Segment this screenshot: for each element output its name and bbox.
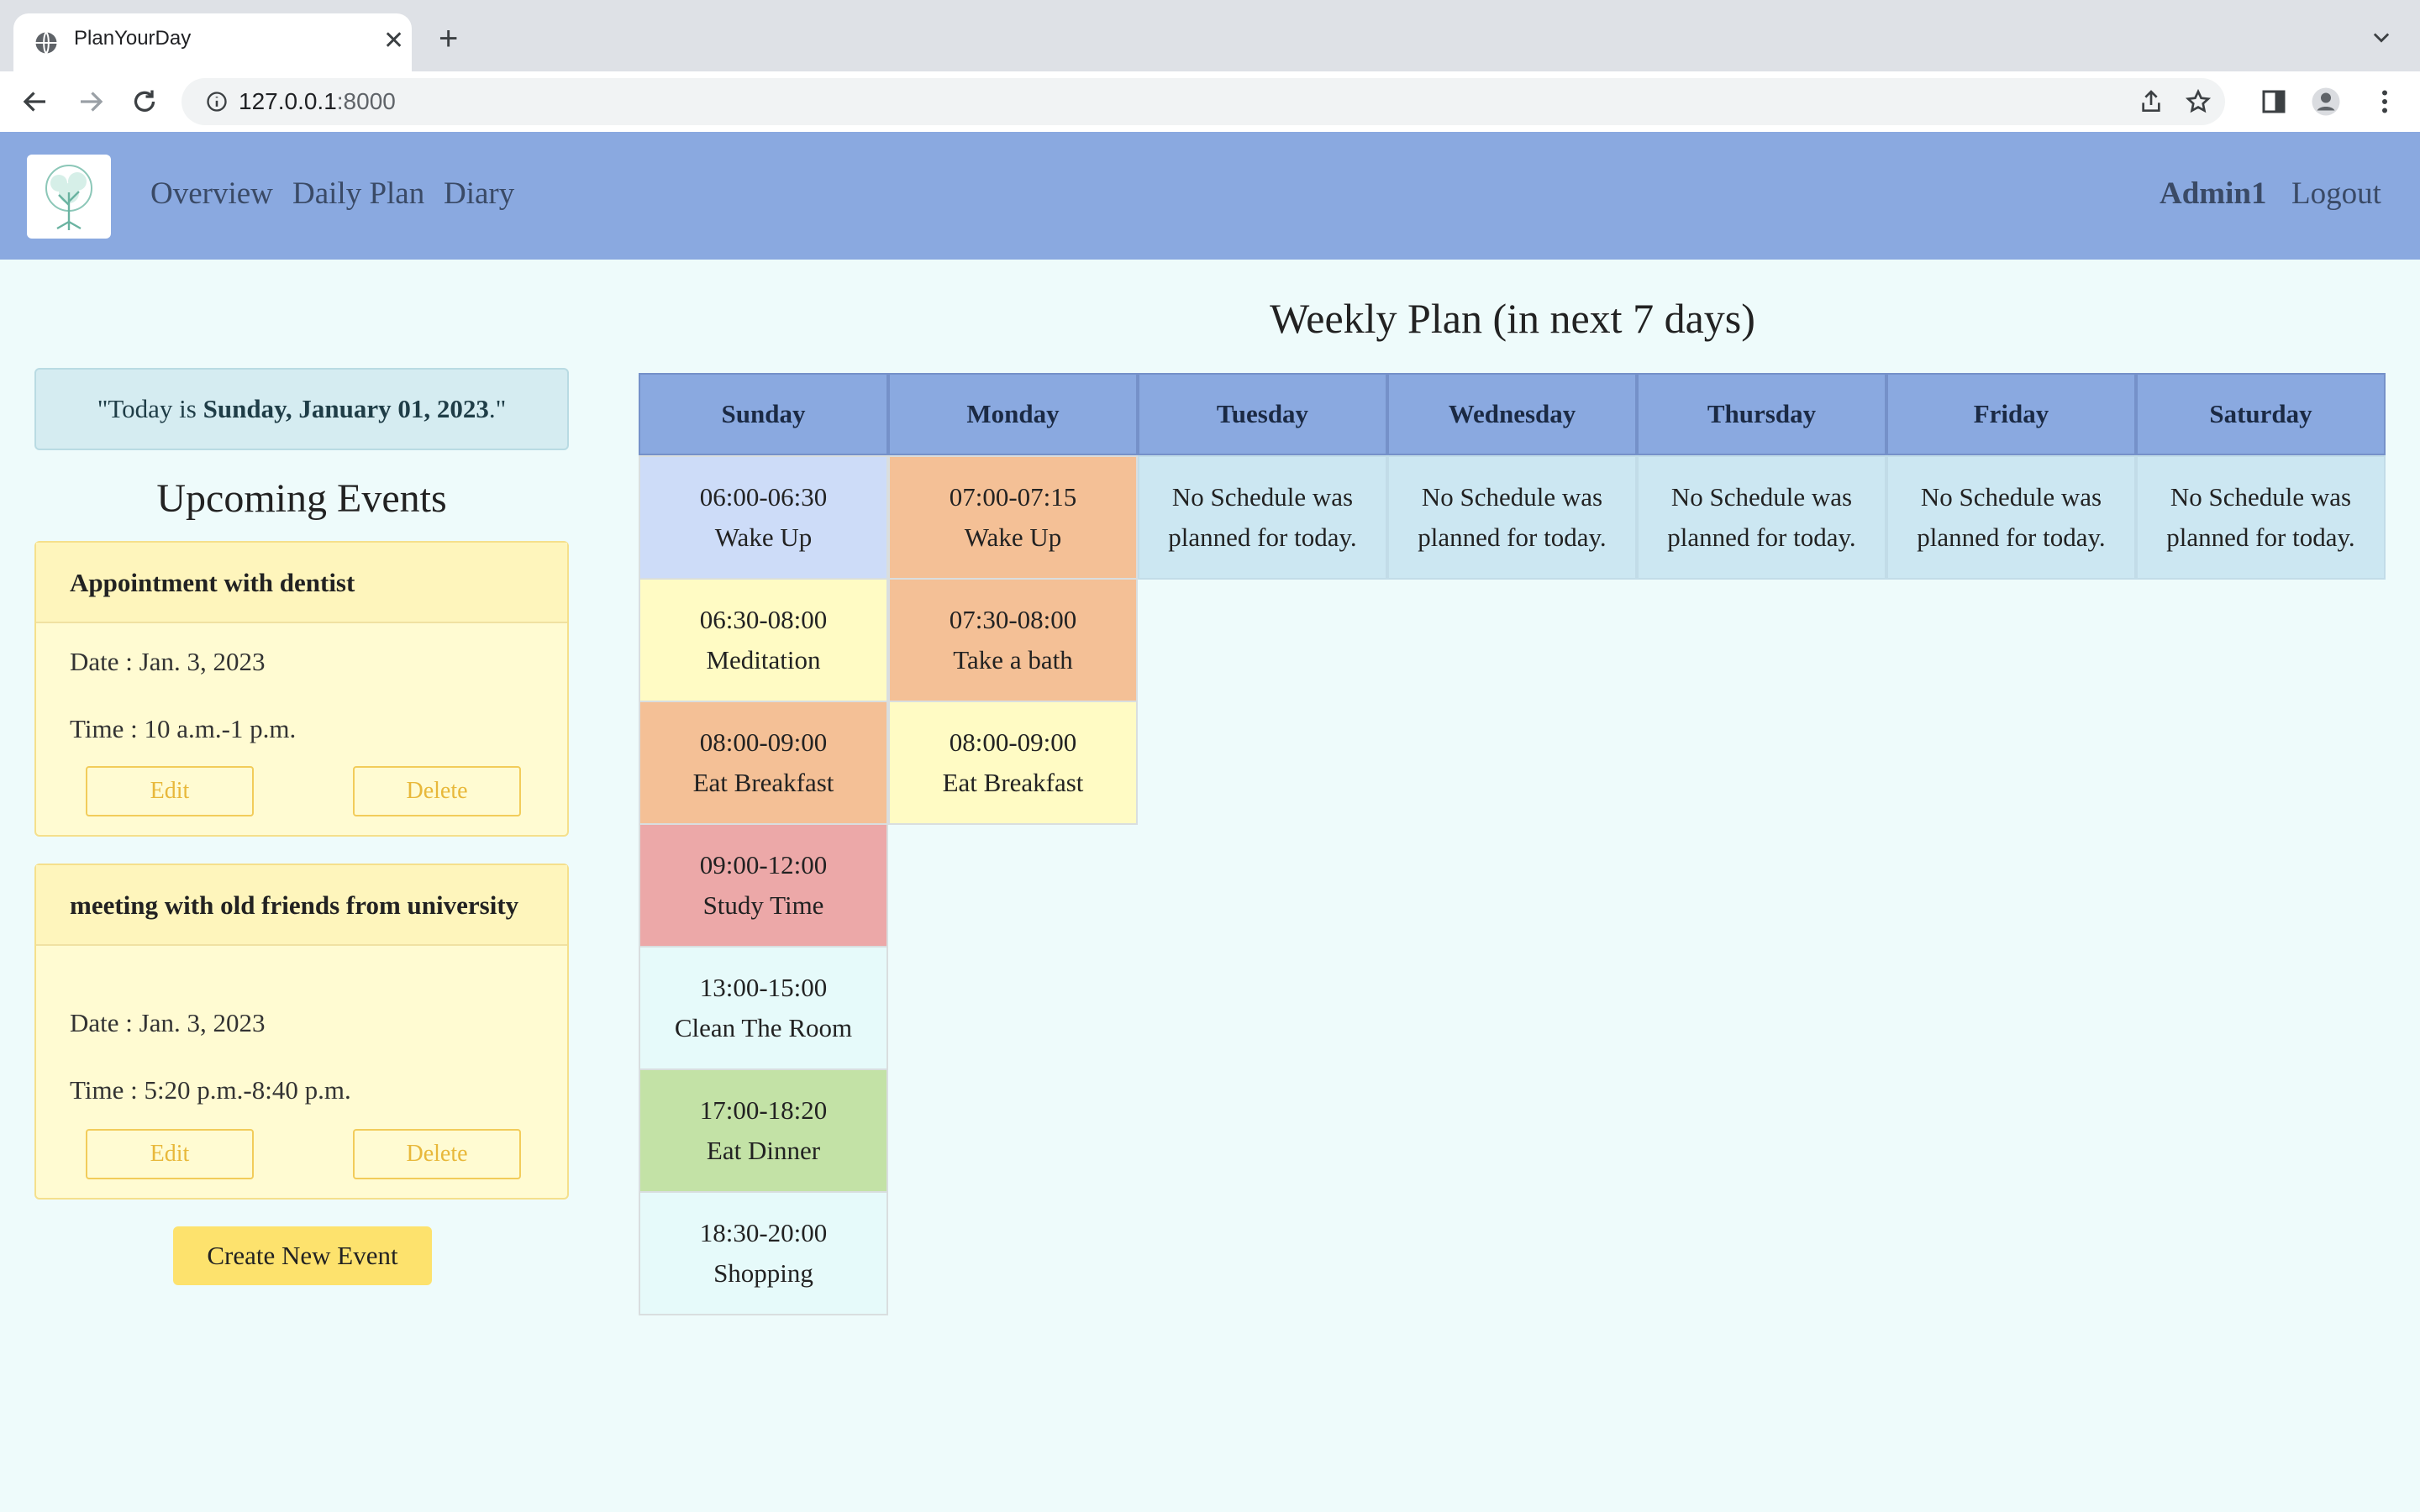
schedule-slot[interactable]: 17:00-18:20 Eat Dinner xyxy=(639,1068,888,1193)
tree-logo[interactable] xyxy=(27,155,111,239)
nav-logout[interactable]: Logout xyxy=(2291,176,2381,212)
event-date: Date : Jan. 3, 2023 xyxy=(70,1008,266,1037)
share-icon[interactable] xyxy=(2138,88,2165,115)
delete-button[interactable]: Delete xyxy=(353,1129,521,1179)
no-schedule-text: planned for today. xyxy=(1917,522,2106,552)
weekly-plan-title: Weekly Plan (in next 7 days) xyxy=(1270,295,1755,342)
slot-task: Eat Dinner xyxy=(706,1136,821,1165)
day-header-monday: Monday xyxy=(888,373,1138,455)
day-header-sunday: Sunday xyxy=(639,373,888,455)
back-icon[interactable] xyxy=(20,87,50,117)
no-schedule-cell: No Schedule was planned for today. xyxy=(1637,455,1886,580)
schedule-slot[interactable]: 07:00-07:15 Wake Up xyxy=(888,455,1138,580)
day-header-tuesday: Tuesday xyxy=(1138,373,1387,455)
address-bar[interactable]: 127.0.0.1:8000 xyxy=(182,78,2225,125)
no-schedule-text: No Schedule was xyxy=(1670,482,1853,512)
schedule-slot[interactable]: 08:00-09:00 Eat Breakfast xyxy=(639,701,888,825)
schedule-slot[interactable]: 09:00-12:00 Study Time xyxy=(639,823,888,948)
no-schedule-text: planned for today. xyxy=(1667,522,1856,552)
slot-task: Eat Breakfast xyxy=(942,768,1084,797)
globe-icon xyxy=(35,31,57,55)
no-schedule-text: No Schedule was xyxy=(1920,482,2102,512)
no-schedule-text: planned for today. xyxy=(2166,522,2355,552)
slot-task: Meditation xyxy=(706,645,821,675)
nav-username[interactable]: Admin1 xyxy=(2160,176,2266,212)
slot-time: 17:00-18:20 xyxy=(699,1095,828,1125)
slot-task: Shopping xyxy=(713,1258,813,1288)
nav-daily-plan[interactable]: Daily Plan xyxy=(292,176,424,212)
more-menu-icon[interactable] xyxy=(2370,87,2400,117)
forward-icon[interactable] xyxy=(76,87,106,117)
slot-task: Eat Breakfast xyxy=(692,768,834,797)
schedule-slot[interactable]: 06:00-06:30 Wake Up xyxy=(639,455,888,580)
url-text: 127.0.0.1:8000 xyxy=(239,88,396,114)
schedule-slot[interactable]: 13:00-15:00 Clean The Room xyxy=(639,946,888,1070)
schedule-slot[interactable]: 08:00-09:00 Eat Breakfast xyxy=(888,701,1138,825)
no-schedule-cell: No Schedule was planned for today. xyxy=(1138,455,1387,580)
slot-time: 06:30-08:00 xyxy=(699,605,828,634)
event-title: Appointment with dentist xyxy=(36,543,567,623)
nav-diary[interactable]: Diary xyxy=(444,176,514,212)
event-card: Appointment with dentist Date : Jan. 3, … xyxy=(34,541,569,837)
day-header-wednesday: Wednesday xyxy=(1387,373,1637,455)
browser-tab-strip: PlanYourDay ✕ + xyxy=(0,0,2420,71)
delete-button[interactable]: Delete xyxy=(353,766,521,816)
upcoming-events-title: Upcoming Events xyxy=(156,476,447,521)
slot-task: Take a bath xyxy=(953,645,1073,675)
edit-button[interactable]: Edit xyxy=(86,766,254,816)
edit-button[interactable]: Edit xyxy=(86,1129,254,1179)
day-header-saturday: Saturday xyxy=(2136,373,2386,455)
slot-time: 07:00-07:15 xyxy=(949,482,1077,512)
create-new-event-button[interactable]: Create New Event xyxy=(173,1226,432,1285)
schedule-slot[interactable]: 07:30-08:00 Take a bath xyxy=(888,578,1138,702)
slot-task: Study Time xyxy=(702,890,824,920)
no-schedule-text: planned for today. xyxy=(1168,522,1357,552)
slot-time: 13:00-15:00 xyxy=(699,973,828,1002)
slot-time: 18:30-20:00 xyxy=(699,1218,828,1247)
no-schedule-text: No Schedule was xyxy=(1171,482,1354,512)
no-schedule-cell: No Schedule was planned for today. xyxy=(1886,455,2136,580)
no-schedule-text: No Schedule was xyxy=(1421,482,1603,512)
slot-time: 07:30-08:00 xyxy=(949,605,1077,634)
today-date: Sunday, January 01, 2023 xyxy=(203,394,489,423)
nav-overview[interactable]: Overview xyxy=(150,176,273,212)
schedule-slot[interactable]: 18:30-20:00 Shopping xyxy=(639,1191,888,1315)
no-schedule-cell: No Schedule was planned for today. xyxy=(1387,455,1637,580)
reload-icon[interactable] xyxy=(129,87,160,117)
browser-toolbar: 127.0.0.1:8000 xyxy=(0,71,2420,133)
info-icon[interactable] xyxy=(205,90,229,113)
no-schedule-cell: No Schedule was planned for today. xyxy=(2136,455,2386,580)
site-navbar: Overview Daily Plan Diary Admin1 Logout xyxy=(0,132,2420,260)
event-date: Date : Jan. 3, 2023 xyxy=(70,647,266,676)
event-title: meeting with old friends from university xyxy=(36,865,567,946)
event-time: Time : 5:20 p.m.-8:40 p.m. xyxy=(70,1075,351,1105)
slot-time: 08:00-09:00 xyxy=(949,727,1077,757)
chevron-down-icon[interactable] xyxy=(2370,25,2393,49)
today-banner: "Today is Sunday, January 01, 2023." xyxy=(34,368,569,450)
schedule-slot[interactable]: 06:30-08:00 Meditation xyxy=(639,578,888,702)
event-time: Time : 10 a.m.-1 p.m. xyxy=(70,714,297,743)
slot-time: 06:00-06:30 xyxy=(699,482,828,512)
slot-task: Wake Up xyxy=(964,522,1062,552)
tab-title: PlanYourDay xyxy=(74,27,192,50)
no-schedule-text: No Schedule was xyxy=(2170,482,2352,512)
day-header-thursday: Thursday xyxy=(1637,373,1886,455)
star-icon[interactable] xyxy=(2185,88,2212,115)
event-card: meeting with old friends from university… xyxy=(34,864,569,1200)
new-tab-icon[interactable]: + xyxy=(439,22,458,55)
day-header-friday: Friday xyxy=(1886,373,2136,455)
close-tab-icon[interactable]: ✕ xyxy=(383,29,404,54)
profile-avatar-icon[interactable] xyxy=(2311,87,2341,117)
slot-time: 08:00-09:00 xyxy=(699,727,828,757)
tree-icon xyxy=(45,165,92,230)
slot-task: Clean The Room xyxy=(674,1013,853,1042)
slot-time: 09:00-12:00 xyxy=(699,850,828,879)
no-schedule-text: planned for today. xyxy=(1418,522,1607,552)
side-panel-icon[interactable] xyxy=(2259,87,2289,117)
browser-tab[interactable]: PlanYourDay ✕ xyxy=(13,13,412,71)
slot-task: Wake Up xyxy=(714,522,813,552)
